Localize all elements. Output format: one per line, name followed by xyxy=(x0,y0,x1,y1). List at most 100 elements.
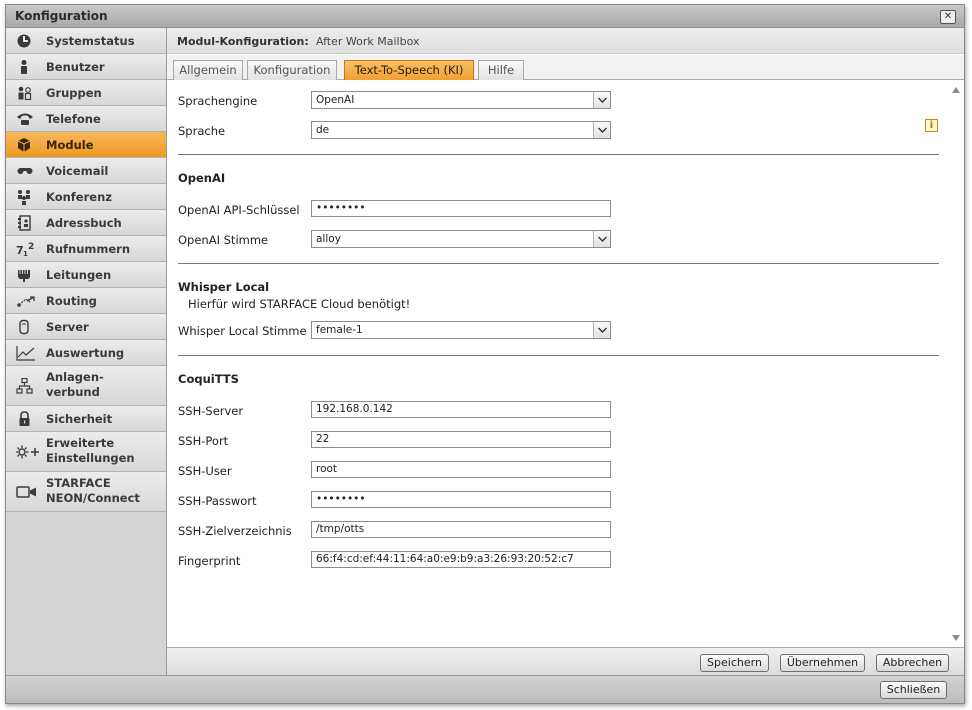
window-bottom-bar: Schließen xyxy=(6,675,964,703)
sidebar-item-label: Server xyxy=(46,320,89,334)
sidebar-item-label-line2: Einstellungen xyxy=(46,451,135,465)
sprachengine-select[interactable]: OpenAI xyxy=(311,91,611,109)
sidebar-item-sicherheit[interactable]: Sicherheit xyxy=(6,406,166,432)
lines-icon xyxy=(16,267,36,283)
cancel-button[interactable]: Abbrechen xyxy=(876,654,949,672)
tab-hilfe[interactable]: Hilfe xyxy=(478,60,524,80)
ssh-port-label: SSH-Port xyxy=(178,434,229,448)
sidebar-item-label: Rufnummern xyxy=(46,242,131,256)
module-configuration-panel: Modul-Konfiguration: After Work Mailbox … xyxy=(167,28,964,675)
sidebar-item-konferenz[interactable]: Konferenz xyxy=(6,184,166,210)
panel-header: Modul-Konfiguration: After Work Mailbox xyxy=(167,28,964,54)
module-name: After Work Mailbox xyxy=(316,35,420,48)
sidebar-item-label: Module xyxy=(46,138,94,152)
fingerprint-label: Fingerprint xyxy=(178,554,241,568)
openai-section-title: OpenAI xyxy=(178,171,226,185)
ssh-password-input[interactable]: •••••••• xyxy=(311,491,611,508)
ssh-target-dir-label: SSH-Zielverzeichnis xyxy=(178,524,292,538)
sidebar-item-label: STARFACE NEON/Connect xyxy=(46,476,140,506)
sidebar-item-rufnummern[interactable]: 712 Rufnummern xyxy=(6,236,166,262)
sidebar-item-label: Sicherheit xyxy=(46,412,113,426)
sidebar-item-routing[interactable]: Routing xyxy=(6,288,166,314)
close-icon[interactable]: ✕ xyxy=(940,10,956,24)
video-icon xyxy=(16,484,36,500)
sidebar-item-module[interactable]: Module xyxy=(6,132,166,158)
lock-icon xyxy=(16,411,36,427)
sprache-label: Sprache xyxy=(178,124,226,138)
scroll-down-icon[interactable] xyxy=(952,635,960,641)
sidebar-item-voicemail[interactable]: Voicemail xyxy=(6,158,166,184)
ssh-server-input[interactable]: 192.168.0.142 xyxy=(311,401,611,418)
sidebar-item-gruppen[interactable]: Gruppen xyxy=(6,80,166,106)
tab-allgemein[interactable]: Allgemein xyxy=(173,60,243,80)
divider xyxy=(178,355,939,356)
sidebar-item-benutzer[interactable]: Benutzer xyxy=(6,54,166,80)
phone-icon xyxy=(16,111,36,127)
openai-api-key-input[interactable]: •••••••• xyxy=(311,200,611,217)
ssh-server-label: SSH-Server xyxy=(178,404,244,418)
tab-text-to-speech[interactable]: Text-To-Speech (KI) xyxy=(344,60,474,80)
chart-icon xyxy=(16,345,36,361)
divider xyxy=(178,154,939,155)
sidebar-item-label: Auswertung xyxy=(46,346,125,360)
systemstatus-icon xyxy=(16,33,36,49)
sidebar-item-label-line2: NEON/Connect xyxy=(46,491,140,505)
tts-form: Sprachengine OpenAI Sprache de i OpenAI … xyxy=(167,81,964,647)
save-button[interactable]: Speichern xyxy=(700,654,769,672)
user-icon xyxy=(16,59,36,75)
sidebar-item-server[interactable]: Server xyxy=(6,314,166,340)
sidebar-item-label: Adressbuch xyxy=(46,216,122,230)
sprachengine-label: Sprachengine xyxy=(178,94,258,108)
coqui-section-title: CoquiTTS xyxy=(178,372,239,386)
whisper-voice-select[interactable]: female-1 xyxy=(311,321,611,339)
sidebar-item-auswertung[interactable]: Auswertung xyxy=(6,340,166,366)
openai-voice-select[interactable]: alloy xyxy=(311,230,611,248)
whisper-voice-label: Whisper Local Stimme xyxy=(178,324,307,338)
openai-api-key-label: OpenAI API-Schlüssel xyxy=(178,203,300,217)
ssh-password-label: SSH-Passwort xyxy=(178,494,257,508)
sidebar-item-label: Anlagen-verbund xyxy=(46,370,104,400)
sidebar-item-label: Konferenz xyxy=(46,190,112,204)
sprache-select[interactable]: de xyxy=(311,121,611,139)
voicemail-icon xyxy=(16,163,36,179)
sidebar-item-systemstatus[interactable]: Systemstatus xyxy=(6,28,166,54)
openai-voice-value: alloy xyxy=(316,233,341,245)
sidebar-item-erweiterte-einstellungen[interactable]: Erweiterte Einstellungen xyxy=(6,432,166,472)
tab-bar: Allgemein Konfiguration Text-To-Speech (… xyxy=(167,55,964,80)
sidebar-item-label: Routing xyxy=(46,294,97,308)
addressbook-icon xyxy=(16,215,36,231)
panel-title: Modul-Konfiguration: xyxy=(177,35,309,48)
whisper-section-title: Whisper Local xyxy=(178,280,270,294)
whisper-note: Hierfür wird STARFACE Cloud benötigt! xyxy=(188,297,411,311)
tab-konfiguration[interactable]: Konfiguration xyxy=(247,60,337,80)
sidebar-item-label-line2: verbund xyxy=(46,385,100,399)
chevron-down-icon xyxy=(593,92,610,108)
routing-icon xyxy=(16,293,36,309)
sidebar-item-label-line1: Erweiterte xyxy=(46,436,115,450)
chevron-down-icon xyxy=(593,231,610,247)
module-icon xyxy=(16,137,36,153)
sidebar-item-label: Leitungen xyxy=(46,268,112,282)
sidebar-item-label: Erweiterte Einstellungen xyxy=(46,436,135,466)
apply-button[interactable]: Übernehmen xyxy=(780,654,865,672)
sidebar-item-anlagenverbund[interactable]: Anlagen-verbund xyxy=(6,366,166,406)
sidebar-item-label: Systemstatus xyxy=(46,34,135,48)
ssh-target-dir-input[interactable]: /tmp/otts xyxy=(311,521,611,538)
sidebar-item-adressbuch[interactable]: Adressbuch xyxy=(6,210,166,236)
network-icon xyxy=(16,378,36,394)
form-footer: Speichern Übernehmen Abbrechen xyxy=(167,647,964,675)
sidebar-item-telefone[interactable]: Telefone xyxy=(6,106,166,132)
ssh-user-input[interactable]: root xyxy=(311,461,611,478)
chevron-down-icon xyxy=(593,122,610,138)
configuration-window: Konfiguration ✕ Systemstatus Benutzer Gr… xyxy=(5,4,965,704)
close-window-button[interactable]: Schließen xyxy=(880,681,947,699)
conference-icon xyxy=(16,189,36,205)
fingerprint-input[interactable]: 66:f4:cd:ef:44:11:64:a0:e9:b9:a3:26:93:2… xyxy=(311,551,611,568)
svg-text:2: 2 xyxy=(28,242,34,252)
ssh-user-label: SSH-User xyxy=(178,464,232,478)
sidebar-item-leitungen[interactable]: Leitungen xyxy=(6,262,166,288)
scroll-up-icon[interactable] xyxy=(952,87,960,93)
ssh-port-input[interactable]: 22 xyxy=(311,431,611,448)
info-icon[interactable]: i xyxy=(925,119,938,132)
sidebar-item-starface-neon-connect[interactable]: STARFACE NEON/Connect xyxy=(6,472,166,512)
